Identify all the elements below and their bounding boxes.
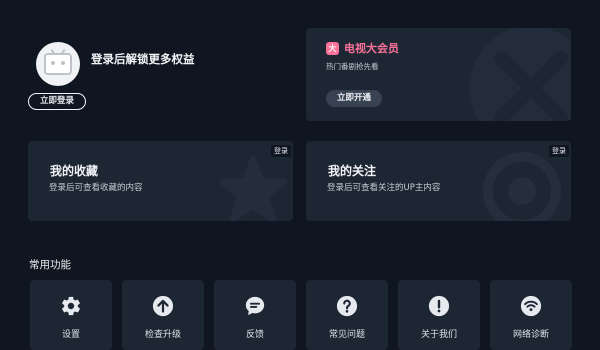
chat-bubble-icon — [245, 296, 265, 316]
vip-logo-icon: 大 — [326, 42, 339, 55]
tool-faq[interactable]: 常见问题 — [306, 280, 388, 350]
question-circle-icon — [336, 295, 358, 317]
tool-label: 关于我们 — [420, 330, 457, 340]
star-watermark-icon — [219, 156, 287, 221]
favorites-subtitle: 登录后可查看收藏的内容 — [49, 183, 143, 193]
avatar — [36, 42, 80, 86]
tool-label: 网络诊断 — [512, 330, 549, 340]
tool-network-diagnosis[interactable]: 网络诊断 — [490, 280, 572, 350]
login-badge: 登录 — [271, 145, 291, 157]
tool-check-update[interactable]: 检查升级 — [122, 280, 204, 350]
tool-label: 检查升级 — [144, 330, 181, 340]
section-title: 常用功能 — [29, 259, 71, 271]
exclamation-circle-icon — [428, 295, 450, 317]
login-button[interactable]: 立即登录 — [28, 93, 86, 110]
following-title: 我的关注 — [328, 164, 377, 178]
vip-watermark-icon — [469, 28, 571, 121]
tool-about[interactable]: 关于我们 — [398, 280, 480, 350]
arrow-up-circle-icon — [152, 295, 174, 317]
target-watermark-icon — [483, 152, 561, 221]
favorites-card[interactable]: 登录 我的收藏 登录后可查看收藏的内容 — [28, 141, 293, 221]
tool-label: 设置 — [61, 330, 80, 340]
vip-title: 电视大会员 — [344, 42, 399, 55]
login-badge: 登录 — [549, 145, 569, 157]
vip-subtitle: 热门番剧抢先看 — [326, 62, 379, 71]
tv-mascot-icon — [44, 53, 72, 75]
gear-icon — [62, 296, 80, 316]
following-card[interactable]: 登录 我的关注 登录后可查看关注的UP主内容 — [306, 141, 571, 221]
following-subtitle: 登录后可查看关注的UP主内容 — [327, 183, 441, 193]
favorites-title: 我的收藏 — [50, 164, 99, 178]
vip-open-button[interactable]: 立即开通 — [326, 90, 382, 107]
tool-feedback[interactable]: 反馈 — [214, 280, 296, 350]
tool-label: 常见问题 — [328, 330, 365, 340]
tool-label: 反馈 — [245, 330, 264, 340]
login-prompt: 登录后解锁更多权益 — [91, 52, 195, 66]
vip-card[interactable]: 大 电视大会员 热门番剧抢先看 立即开通 — [306, 28, 571, 121]
tool-settings[interactable]: 设置 — [30, 280, 112, 350]
wifi-icon — [520, 295, 542, 317]
